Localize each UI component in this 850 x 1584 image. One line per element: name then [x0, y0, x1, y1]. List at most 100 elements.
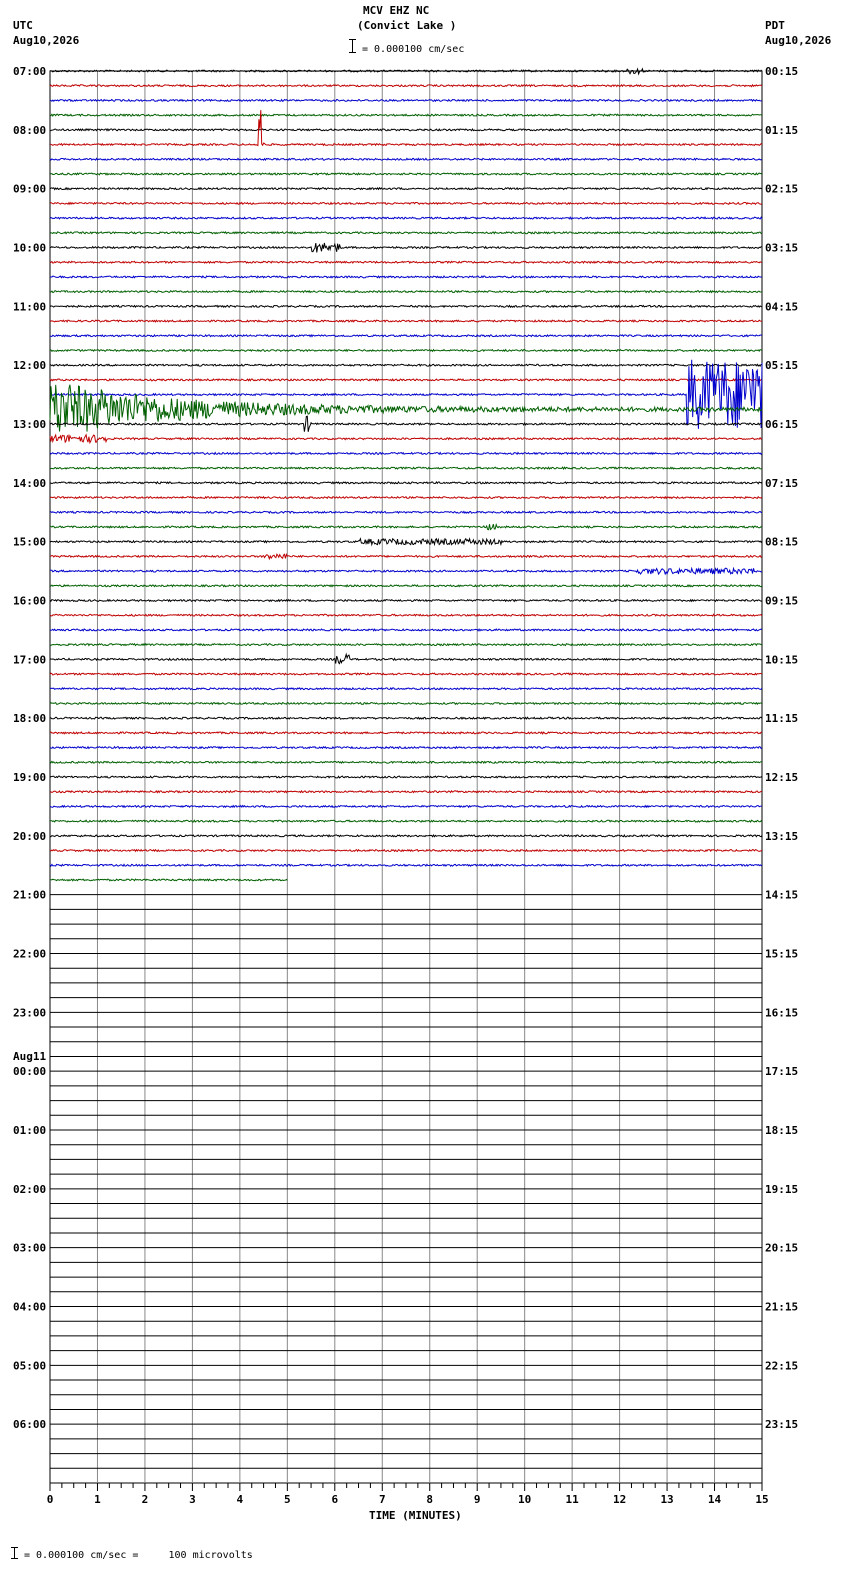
pdt-hour-label: 19:15: [765, 1183, 798, 1196]
x-tick-label: 15: [755, 1493, 768, 1506]
footer-scale-note: = 0.000100 cm/sec = 100 microvolts: [24, 1550, 253, 1561]
trace-row: [49, 652, 763, 665]
trace-row: [49, 522, 763, 531]
pdt-hour-label: 11:15: [765, 712, 798, 725]
pdt-hour-label: 23:15: [765, 1418, 798, 1431]
pdt-hour-label: 15:15: [765, 948, 798, 961]
utc-hour-label: 14:00: [13, 477, 46, 490]
utc-hour-label: 05:00: [13, 1359, 46, 1372]
trace-row: [49, 433, 763, 445]
trace-row: [49, 377, 763, 382]
trace-row: [49, 172, 763, 176]
trace-row: [49, 775, 763, 779]
utc-hour-label: 21:00: [13, 889, 46, 902]
trace-row: [49, 686, 763, 691]
pdt-hour-label: 07:15: [765, 477, 798, 490]
utc-hour-label: 08:00: [13, 124, 46, 137]
trace-row: [49, 480, 763, 485]
trace-row: [49, 701, 763, 706]
trace-row: [49, 319, 763, 323]
pdt-hour-label: 01:15: [765, 124, 798, 137]
utc-hour-label: 02:00: [13, 1183, 46, 1196]
trace-row: [49, 833, 763, 838]
pdt-hour-label: 17:15: [765, 1065, 798, 1078]
trace-row: [50, 127, 763, 132]
x-tick-label: 8: [426, 1493, 433, 1506]
x-tick-label: 0: [47, 1493, 54, 1506]
utc-hour-label: 19:00: [13, 771, 46, 784]
pdt-hour-label: 02:15: [765, 183, 798, 196]
pdt-hour-label: 18:15: [765, 1124, 798, 1137]
pdt-hour-label: 16:15: [765, 1006, 798, 1019]
pdt-hour-label: 20:15: [765, 1242, 798, 1255]
day-change-label: Aug11: [13, 1050, 46, 1063]
trace-row: [49, 98, 762, 103]
trace-row: [49, 760, 763, 765]
trace-row: [50, 348, 763, 353]
trace-row: [49, 566, 763, 576]
x-tick-label: 3: [189, 1493, 196, 1506]
trace-row: [49, 260, 763, 265]
pdt-hour-label: 21:15: [765, 1301, 798, 1314]
utc-hour-label: 06:00: [13, 1418, 46, 1431]
trace-row: [49, 242, 762, 253]
pdt-hour-label: 13:15: [765, 830, 798, 843]
utc-hour-label: 03:00: [13, 1242, 46, 1255]
trace-row: [49, 230, 763, 235]
footer-scale-cap-top: [11, 1547, 18, 1548]
trace-row: [49, 304, 763, 309]
trace-row: [49, 466, 762, 471]
trace-row: [49, 745, 763, 750]
utc-hour-label: 23:00: [13, 1006, 46, 1019]
x-tick-label: 5: [284, 1493, 291, 1506]
trace-row: [49, 359, 763, 429]
trace-row: [49, 157, 763, 162]
x-tick-label: 2: [142, 1493, 149, 1506]
utc-hour-label: 15:00: [13, 536, 46, 549]
utc-hour-label: 10:00: [13, 242, 46, 255]
pdt-hour-label: 05:15: [765, 359, 798, 372]
x-tick-label: 7: [379, 1493, 386, 1506]
trace-row: [49, 186, 763, 191]
trace-row: [49, 415, 763, 432]
utc-hour-label: 00:00: [13, 1065, 46, 1078]
utc-hour-label: 18:00: [13, 712, 46, 725]
pdt-hour-label: 03:15: [765, 242, 798, 255]
trace-row: [49, 672, 763, 676]
utc-hour-label: 16:00: [13, 595, 46, 608]
trace-row: [49, 67, 763, 76]
trace-row: [49, 613, 763, 618]
utc-hour-label: 09:00: [13, 183, 46, 196]
utc-hour-label: 17:00: [13, 653, 46, 666]
trace-row: [49, 363, 763, 367]
pdt-hour-label: 12:15: [765, 771, 798, 784]
x-tick-label: 12: [613, 1493, 626, 1506]
trace-row: [49, 113, 763, 118]
pdt-hour-label: 14:15: [765, 889, 798, 902]
trace-row: [49, 804, 763, 809]
trace-row: [49, 583, 763, 588]
x-tick-label: 9: [474, 1493, 481, 1506]
x-tick-label: 10: [518, 1493, 531, 1506]
x-tick-label: 13: [660, 1493, 673, 1506]
trace-row: [49, 83, 763, 88]
trace-row: [49, 510, 763, 515]
trace-row: [50, 642, 763, 647]
trace-row: [49, 275, 763, 279]
trace-row: [49, 333, 763, 338]
seismogram-plot: 07:00 08:00 09:00 10:00 11:00 12:00 13:00 14:00…: [13, 65, 798, 1506]
pdt-hour-label: 06:15: [765, 418, 798, 431]
trace-row: [49, 537, 763, 547]
trace-row: [49, 598, 763, 603]
trace-row: [49, 731, 763, 735]
trace-row: [49, 495, 763, 500]
utc-hour-label: 01:00: [13, 1124, 46, 1137]
pdt-hour-label: 10:15: [765, 653, 798, 666]
utc-hour-label: 12:00: [13, 359, 46, 372]
pdt-hour-label: 08:15: [765, 536, 798, 549]
pdt-hour-label: 22:15: [765, 1359, 798, 1372]
trace-row: [49, 716, 763, 720]
trace-row: [49, 848, 763, 853]
utc-hour-label: 20:00: [13, 830, 46, 843]
pdt-hour-label: 04:15: [765, 300, 798, 313]
